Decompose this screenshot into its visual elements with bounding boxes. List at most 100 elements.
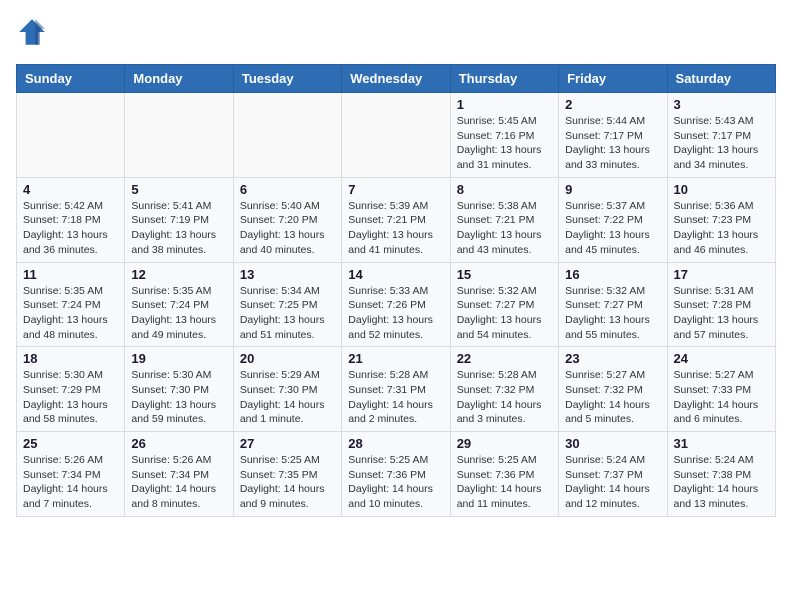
calendar-cell: 7 Sunrise: 5:39 AM Sunset: 7:21 PM Daylig… [342, 177, 450, 262]
day-number: 20 [240, 351, 335, 366]
logo-icon [16, 16, 48, 48]
weekday-header-row: SundayMondayTuesdayWednesdayThursdayFrid… [17, 65, 776, 93]
calendar-cell: 18 Sunrise: 5:30 AM Sunset: 7:29 PM Dayli… [17, 347, 125, 432]
day-number: 6 [240, 182, 335, 197]
day-info: Sunrise: 5:38 AM Sunset: 7:21 PM Dayligh… [457, 199, 552, 258]
day-info: Sunrise: 5:24 AM Sunset: 7:38 PM Dayligh… [674, 453, 769, 512]
calendar-week-row: 4 Sunrise: 5:42 AM Sunset: 7:18 PM Daylig… [17, 177, 776, 262]
weekday-header: Tuesday [233, 65, 341, 93]
day-number: 12 [131, 267, 226, 282]
logo [16, 16, 52, 48]
day-number: 7 [348, 182, 443, 197]
calendar-cell: 16 Sunrise: 5:32 AM Sunset: 7:27 PM Dayli… [559, 262, 667, 347]
calendar-cell: 9Sunrise: 5:37 AM Sunset: 7:22 PM Daylig… [559, 177, 667, 262]
weekday-header: Monday [125, 65, 233, 93]
day-number: 21 [348, 351, 443, 366]
day-info: Sunrise: 5:31 AM Sunset: 7:28 PM Dayligh… [674, 284, 769, 343]
calendar-cell: 12 Sunrise: 5:35 AM Sunset: 7:24 PM Dayli… [125, 262, 233, 347]
page-header [16, 16, 776, 48]
calendar-cell: 26 Sunrise: 5:26 AM Sunset: 7:34 PM Dayli… [125, 432, 233, 517]
calendar-cell: 4 Sunrise: 5:42 AM Sunset: 7:18 PM Daylig… [17, 177, 125, 262]
day-number: 10 [674, 182, 769, 197]
calendar-cell: 8 Sunrise: 5:38 AM Sunset: 7:21 PM Daylig… [450, 177, 558, 262]
day-info: Sunrise: 5:40 AM Sunset: 7:20 PM Dayligh… [240, 199, 335, 258]
calendar-week-row: 25 Sunrise: 5:26 AM Sunset: 7:34 PM Dayli… [17, 432, 776, 517]
calendar-cell: 20 Sunrise: 5:29 AM Sunset: 7:30 PM Dayli… [233, 347, 341, 432]
day-info: Sunrise: 5:42 AM Sunset: 7:18 PM Dayligh… [23, 199, 118, 258]
calendar-week-row: 11 Sunrise: 5:35 AM Sunset: 7:24 PM Dayli… [17, 262, 776, 347]
day-info: Sunrise: 5:26 AM Sunset: 7:34 PM Dayligh… [23, 453, 118, 512]
weekday-header: Saturday [667, 65, 775, 93]
calendar-cell: 23 Sunrise: 5:27 AM Sunset: 7:32 PM Dayli… [559, 347, 667, 432]
day-info: Sunrise: 5:35 AM Sunset: 7:24 PM Dayligh… [23, 284, 118, 343]
day-number: 26 [131, 436, 226, 451]
day-info: Sunrise: 5:30 AM Sunset: 7:29 PM Dayligh… [23, 368, 118, 427]
calendar-cell: 21Sunrise: 5:28 AM Sunset: 7:31 PM Dayli… [342, 347, 450, 432]
day-number: 31 [674, 436, 769, 451]
day-number: 11 [23, 267, 118, 282]
day-info: Sunrise: 5:34 AM Sunset: 7:25 PM Dayligh… [240, 284, 335, 343]
day-number: 19 [131, 351, 226, 366]
weekday-header: Friday [559, 65, 667, 93]
day-number: 5 [131, 182, 226, 197]
day-info: Sunrise: 5:29 AM Sunset: 7:30 PM Dayligh… [240, 368, 335, 427]
day-info: Sunrise: 5:25 AM Sunset: 7:36 PM Dayligh… [457, 453, 552, 512]
weekday-header: Wednesday [342, 65, 450, 93]
calendar-cell: 29 Sunrise: 5:25 AM Sunset: 7:36 PM Dayli… [450, 432, 558, 517]
day-info: Sunrise: 5:39 AM Sunset: 7:21 PM Dayligh… [348, 199, 443, 258]
day-info: Sunrise: 5:27 AM Sunset: 7:33 PM Dayligh… [674, 368, 769, 427]
day-info: Sunrise: 5:43 AM Sunset: 7:17 PM Dayligh… [674, 114, 769, 173]
calendar-cell: 13 Sunrise: 5:34 AM Sunset: 7:25 PM Dayli… [233, 262, 341, 347]
calendar-cell: 15Sunrise: 5:32 AM Sunset: 7:27 PM Dayli… [450, 262, 558, 347]
day-number: 8 [457, 182, 552, 197]
day-info: Sunrise: 5:32 AM Sunset: 7:27 PM Dayligh… [565, 284, 660, 343]
day-number: 28 [348, 436, 443, 451]
day-info: Sunrise: 5:35 AM Sunset: 7:24 PM Dayligh… [131, 284, 226, 343]
calendar-cell: 10Sunrise: 5:36 AM Sunset: 7:23 PM Dayli… [667, 177, 775, 262]
day-number: 15 [457, 267, 552, 282]
day-number: 4 [23, 182, 118, 197]
day-info: Sunrise: 5:30 AM Sunset: 7:30 PM Dayligh… [131, 368, 226, 427]
calendar-cell: 28 Sunrise: 5:25 AM Sunset: 7:36 PM Dayli… [342, 432, 450, 517]
calendar-cell: 19 Sunrise: 5:30 AM Sunset: 7:30 PM Dayli… [125, 347, 233, 432]
calendar-cell: 1 Sunrise: 5:45 AM Sunset: 7:16 PM Daylig… [450, 93, 558, 178]
day-info: Sunrise: 5:45 AM Sunset: 7:16 PM Dayligh… [457, 114, 552, 173]
calendar-cell [17, 93, 125, 178]
day-info: Sunrise: 5:25 AM Sunset: 7:36 PM Dayligh… [348, 453, 443, 512]
calendar-cell: 25 Sunrise: 5:26 AM Sunset: 7:34 PM Dayli… [17, 432, 125, 517]
day-info: Sunrise: 5:44 AM Sunset: 7:17 PM Dayligh… [565, 114, 660, 173]
calendar-cell: 17 Sunrise: 5:31 AM Sunset: 7:28 PM Dayli… [667, 262, 775, 347]
day-number: 29 [457, 436, 552, 451]
day-info: Sunrise: 5:24 AM Sunset: 7:37 PM Dayligh… [565, 453, 660, 512]
day-info: Sunrise: 5:26 AM Sunset: 7:34 PM Dayligh… [131, 453, 226, 512]
day-number: 27 [240, 436, 335, 451]
calendar-cell: 30Sunrise: 5:24 AM Sunset: 7:37 PM Dayli… [559, 432, 667, 517]
weekday-header: Thursday [450, 65, 558, 93]
day-number: 18 [23, 351, 118, 366]
calendar-cell [342, 93, 450, 178]
calendar-cell: 14 Sunrise: 5:33 AM Sunset: 7:26 PM Dayli… [342, 262, 450, 347]
calendar-cell: 3 Sunrise: 5:43 AM Sunset: 7:17 PM Daylig… [667, 93, 775, 178]
day-info: Sunrise: 5:33 AM Sunset: 7:26 PM Dayligh… [348, 284, 443, 343]
day-number: 25 [23, 436, 118, 451]
day-number: 1 [457, 97, 552, 112]
day-number: 24 [674, 351, 769, 366]
day-info: Sunrise: 5:28 AM Sunset: 7:32 PM Dayligh… [457, 368, 552, 427]
day-number: 14 [348, 267, 443, 282]
day-number: 23 [565, 351, 660, 366]
calendar-cell [233, 93, 341, 178]
day-info: Sunrise: 5:27 AM Sunset: 7:32 PM Dayligh… [565, 368, 660, 427]
weekday-header: Sunday [17, 65, 125, 93]
day-info: Sunrise: 5:25 AM Sunset: 7:35 PM Dayligh… [240, 453, 335, 512]
day-number: 2 [565, 97, 660, 112]
day-number: 16 [565, 267, 660, 282]
calendar-week-row: 18 Sunrise: 5:30 AM Sunset: 7:29 PM Dayli… [17, 347, 776, 432]
day-number: 9 [565, 182, 660, 197]
calendar-cell: 11 Sunrise: 5:35 AM Sunset: 7:24 PM Dayli… [17, 262, 125, 347]
calendar-cell: 31 Sunrise: 5:24 AM Sunset: 7:38 PM Dayli… [667, 432, 775, 517]
calendar-cell: 6 Sunrise: 5:40 AM Sunset: 7:20 PM Daylig… [233, 177, 341, 262]
day-info: Sunrise: 5:41 AM Sunset: 7:19 PM Dayligh… [131, 199, 226, 258]
day-number: 17 [674, 267, 769, 282]
day-number: 3 [674, 97, 769, 112]
day-number: 13 [240, 267, 335, 282]
